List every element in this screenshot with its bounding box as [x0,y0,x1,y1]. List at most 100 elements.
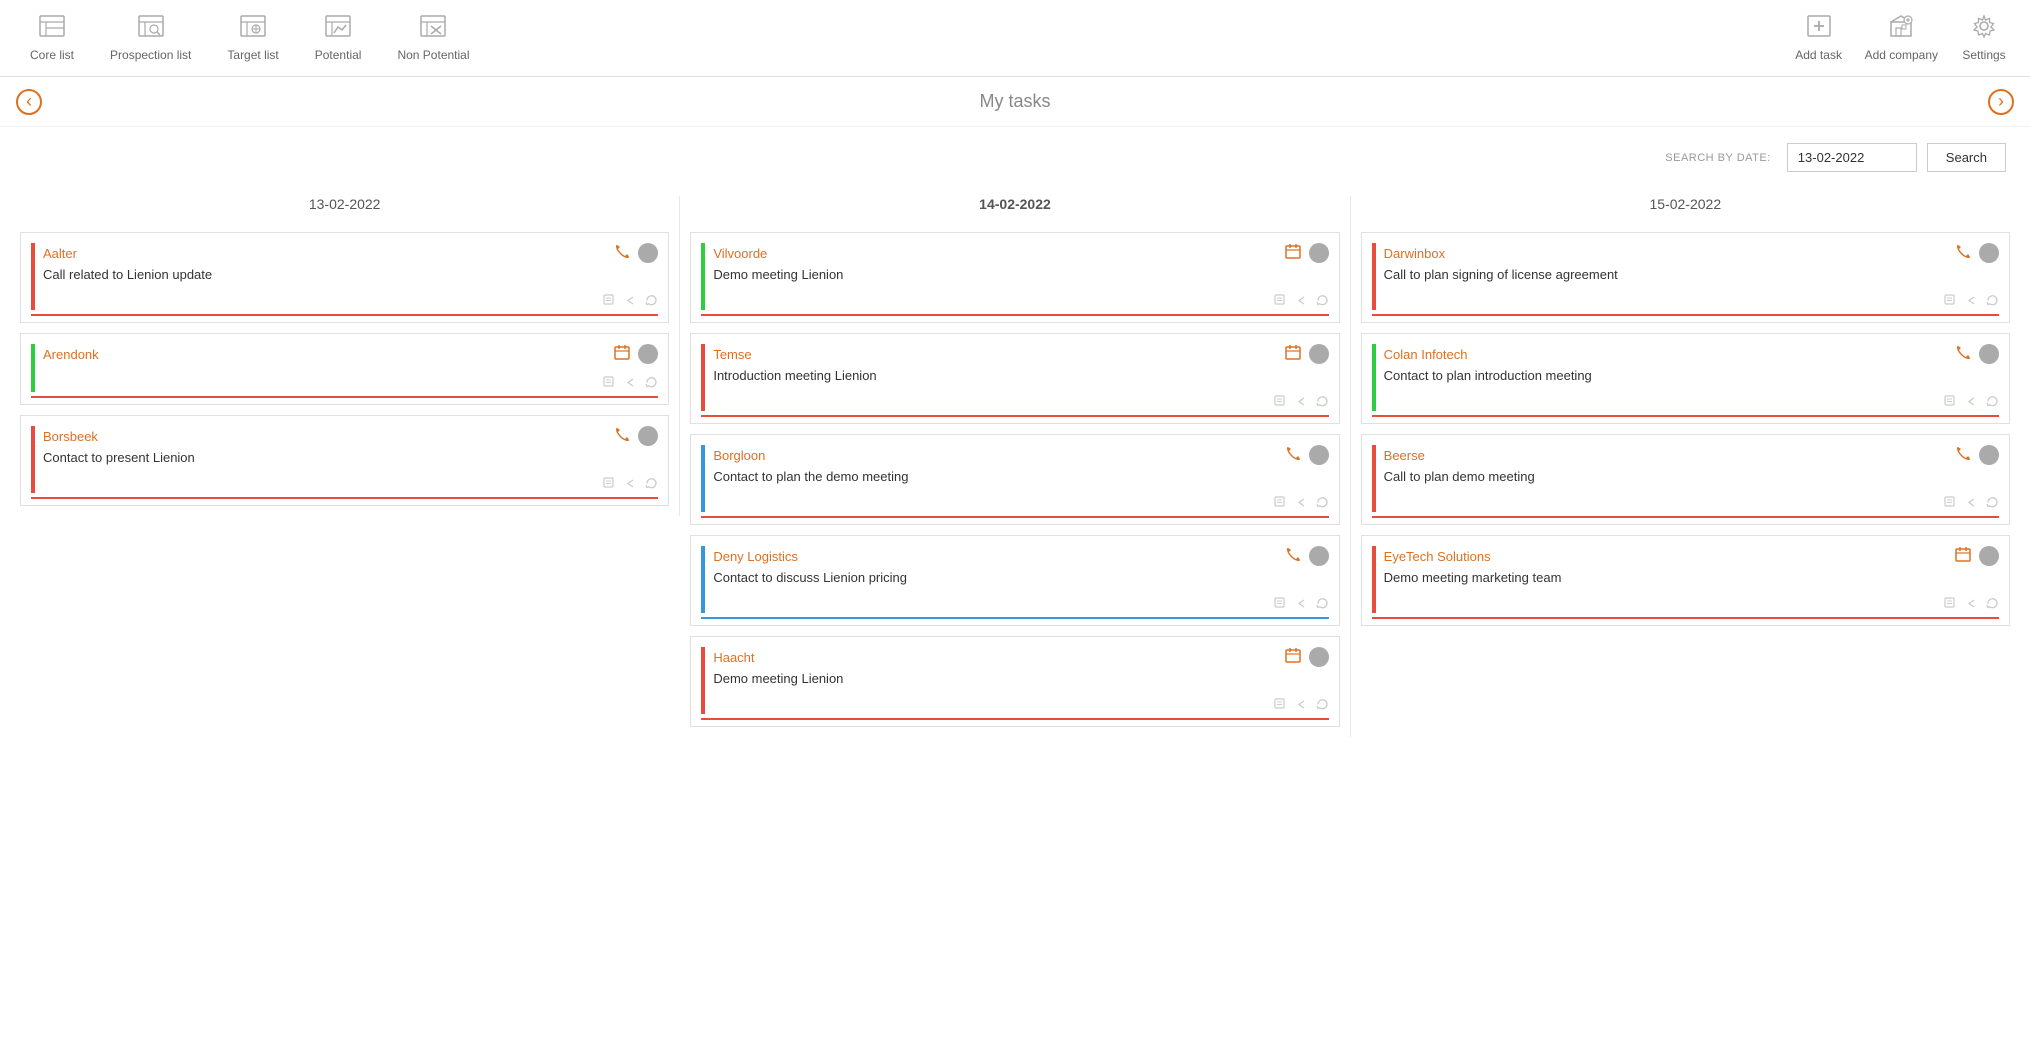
nav-target-list[interactable]: Target list [213,8,292,68]
nav-core-list-label: Core list [30,48,74,62]
task-company[interactable]: Borgloon [713,448,765,463]
nav-prospection-list-label: Prospection list [110,48,191,62]
back-icon[interactable] [624,477,637,493]
task-company[interactable]: Borsbeek [43,429,98,444]
add-company-button[interactable]: Add company [1865,14,1938,62]
edit-icon[interactable] [603,294,616,310]
back-icon[interactable] [1295,496,1308,512]
edit-icon[interactable] [1944,294,1957,310]
task-company[interactable]: Temse [713,347,751,362]
back-icon[interactable] [1295,597,1308,613]
back-icon[interactable] [624,294,637,310]
edit-icon[interactable] [1274,698,1287,714]
refresh-icon[interactable] [1316,597,1329,613]
task-description: Call to plan demo meeting [1384,469,1999,484]
settings-label: Settings [1962,48,2005,62]
refresh-icon[interactable] [1316,294,1329,310]
back-icon[interactable] [624,376,637,392]
search-date-input[interactable] [1787,143,1917,172]
task-type-icons [1955,445,1999,465]
nav-potential[interactable]: Potential [301,8,376,68]
task-card-inner: BorsbeekContact to present Lienion [31,426,658,493]
nav-non-potential[interactable]: Non Potential [383,8,483,68]
edit-icon[interactable] [1274,294,1287,310]
back-icon[interactable] [1965,496,1978,512]
task-actions [43,473,658,493]
edit-icon[interactable] [1944,496,1957,512]
task-card-inner: Colan InfotechContact to plan introducti… [1372,344,1999,411]
task-avatar [1309,445,1329,465]
task-company[interactable]: Arendonk [43,347,99,362]
edit-icon[interactable] [1944,395,1957,411]
task-bottom-border [1372,516,1999,518]
task-company[interactable]: Vilvoorde [713,246,767,261]
refresh-icon[interactable] [1986,294,1999,310]
refresh-icon[interactable] [1316,698,1329,714]
edit-icon[interactable] [1274,496,1287,512]
search-button[interactable]: Search [1927,143,2006,172]
task-type-icon [1955,243,1971,263]
task-company[interactable]: Haacht [713,650,754,665]
refresh-icon[interactable] [645,376,658,392]
task-type-icons [1285,647,1329,667]
task-actions [43,290,658,310]
task-card-top: Deny Logistics [713,546,1328,566]
task-type-icons [1285,445,1329,465]
refresh-icon[interactable] [645,477,658,493]
task-type-icon [1285,445,1301,465]
back-icon[interactable] [1965,597,1978,613]
next-page-arrow[interactable]: › [1988,89,2014,115]
edit-icon[interactable] [603,477,616,493]
task-type-icons [614,243,658,263]
refresh-icon[interactable] [1316,496,1329,512]
task-company[interactable]: Darwinbox [1384,246,1445,261]
task-card-inner: Beerse Call to plan demo meeting [1372,445,1999,512]
task-company[interactable]: Beerse [1384,448,1425,463]
page-title: My tasks [979,91,1050,112]
task-type-icon [1955,546,1971,566]
edit-icon[interactable] [1274,597,1287,613]
task-company[interactable]: Colan Infotech [1384,347,1468,362]
task-actions [713,391,1328,411]
task-bottom-border [1372,415,1999,417]
refresh-icon[interactable] [1316,395,1329,411]
prospection-list-icon [137,14,165,44]
nav-prospection-list[interactable]: Prospection list [96,8,205,68]
add-company-label: Add company [1865,48,1938,62]
refresh-icon[interactable] [1986,496,1999,512]
nav-non-potential-label: Non Potential [397,48,469,62]
settings-button[interactable]: Settings [1954,14,2014,62]
task-company[interactable]: Aalter [43,246,77,261]
task-type-icon [614,426,630,446]
refresh-icon[interactable] [645,294,658,310]
edit-icon[interactable] [603,376,616,392]
refresh-icon[interactable] [1986,597,1999,613]
task-avatar [1309,546,1329,566]
task-columns: 13-02-2022AalterCall related to Lienion … [0,180,2030,753]
task-avatar [638,426,658,446]
task-company[interactable]: Deny Logistics [713,549,798,564]
back-icon[interactable] [1295,698,1308,714]
task-bottom-border [701,314,1328,316]
prev-page-arrow[interactable]: ‹ [16,89,42,115]
task-description: Demo meeting Lienion [713,671,1328,686]
task-card: EyeTech SolutionsDemo meeting marketing … [1361,535,2010,626]
task-card-top: Arendonk [43,344,658,364]
back-icon[interactable] [1965,294,1978,310]
task-company[interactable]: EyeTech Solutions [1384,549,1491,564]
task-type-icons [1955,546,1999,566]
back-icon[interactable] [1965,395,1978,411]
back-icon[interactable] [1295,294,1308,310]
task-type-icon [1285,243,1301,263]
edit-icon[interactable] [1944,597,1957,613]
refresh-icon[interactable] [1986,395,1999,411]
edit-icon[interactable] [1274,395,1287,411]
add-task-button[interactable]: Add task [1789,14,1849,62]
column-1: 14-02-2022VilvoordeDemo meeting Lienion … [680,196,1350,737]
nav-core-list[interactable]: Core list [16,8,88,68]
task-card-top: Borsbeek [43,426,658,446]
back-icon[interactable] [1295,395,1308,411]
search-bar: SEARCH BY DATE: Search [0,127,2030,180]
task-card-inner: EyeTech SolutionsDemo meeting marketing … [1372,546,1999,613]
task-description: Call to plan signing of license agreemen… [1384,267,1999,282]
